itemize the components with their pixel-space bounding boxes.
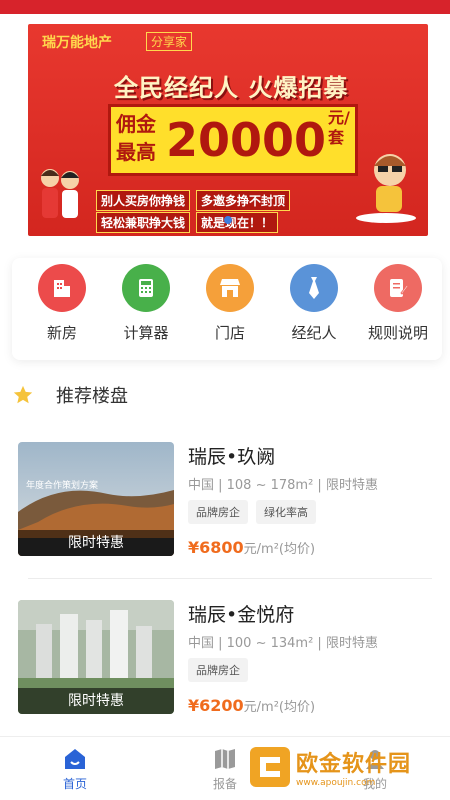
- app-screen: 瑞万能地产 分享家 全民经纪人 火爆招募 佣金最高 20000 元/套 别人买房…: [0, 0, 450, 800]
- banner-commission: 佣金最高: [116, 112, 156, 164]
- banner-headline: 全民经纪人 火爆招募: [114, 74, 349, 102]
- top-red-strip: [0, 0, 450, 14]
- promo-banner[interactable]: 瑞万能地产 分享家 全民经纪人 火爆招募 佣金最高 20000 元/套 别人买房…: [28, 24, 428, 236]
- listing-price: ¥6200元/m²(均价): [188, 696, 315, 715]
- document-edit-icon: [374, 264, 422, 312]
- watermark-text: 欧金软件园 www.apoujin.com: [296, 746, 411, 788]
- banner-brand: 瑞万能地产: [42, 35, 112, 51]
- building-icon: [38, 264, 86, 312]
- listing-tags: 品牌房企 绿化率高: [188, 500, 316, 524]
- menu-label: 门店: [214, 324, 245, 342]
- banner-slogan: 多邀多挣不封顶: [196, 190, 291, 211]
- promo-badge: 限时特惠: [18, 688, 174, 714]
- watermark-url: www.apoujin.com: [296, 778, 376, 788]
- listing-name: 瑞辰•金悦府: [188, 604, 295, 626]
- listing-thumbnail: 限时特惠: [18, 600, 174, 714]
- cartoon-man-illustration: [356, 154, 416, 223]
- menu-label: 计算器: [123, 324, 169, 342]
- banner-slogans-row-2: 轻松兼职挣大钱 就是现在！！: [96, 212, 284, 233]
- menu-label: 规则说明: [367, 324, 428, 342]
- menu-item-agent[interactable]: 经纪人: [274, 264, 354, 360]
- listing-tag: 品牌房企: [188, 500, 248, 524]
- calculator-icon: [122, 264, 170, 312]
- recommended-section-header: 推荐楼盘: [12, 382, 128, 408]
- listing-tag: 品牌房企: [188, 658, 248, 682]
- listing-price: ¥6800元/m²(均价): [188, 538, 315, 557]
- banner-slogan: 就是现在！！: [196, 212, 279, 233]
- menu-label: 新房: [46, 324, 77, 342]
- section-title: 推荐楼盘: [56, 386, 128, 407]
- book-icon: [215, 749, 235, 769]
- star-icon: [13, 385, 33, 404]
- store-icon: [206, 264, 254, 312]
- listing-thumbnail: 年度合作策划方案 限时特惠: [18, 442, 174, 556]
- menu-item-store[interactable]: 门店: [190, 264, 270, 360]
- watermark-logo-icon: [250, 747, 290, 787]
- price-value: ¥6200: [188, 696, 244, 715]
- listing-tags: 品牌房企: [188, 658, 248, 682]
- thumbnail-caption: 年度合作策划方案: [26, 479, 98, 491]
- banner-slogans-row-1: 别人买房你挣钱 多邀多挣不封顶: [96, 190, 296, 211]
- home-icon: [65, 749, 85, 769]
- price-unit: 元/m²(均价): [243, 700, 316, 715]
- listing-name: 瑞辰•玖阙: [188, 446, 276, 468]
- menu-item-calculator[interactable]: 计算器: [106, 264, 186, 360]
- banner-brand-tag: 分享家: [146, 32, 193, 51]
- banner-slogan: 轻松兼职挣大钱: [96, 212, 191, 233]
- nav-label: 首页: [62, 777, 87, 791]
- quick-menu: 新房 计算器 门店 经纪人 规则说明: [12, 258, 442, 360]
- carousel-indicator[interactable]: [224, 216, 232, 224]
- nav-label: 报备: [212, 777, 237, 791]
- menu-item-rules[interactable]: 规则说明: [358, 264, 438, 360]
- nav-home[interactable]: 首页: [0, 737, 150, 800]
- promo-badge: 限时特惠: [18, 530, 174, 556]
- banner-slogan: 别人买房你挣钱: [96, 190, 191, 211]
- watermark-name: 欧金软件园: [296, 752, 412, 777]
- watermark: 欧金软件园 www.apoujin.com: [250, 740, 446, 794]
- cartoon-couple-illustration: [41, 169, 79, 218]
- tie-icon: [290, 264, 338, 312]
- listing-meta: 中国 | 108 ~ 178m² | 限时特惠: [188, 478, 378, 493]
- banner-amount: 20000: [166, 113, 327, 167]
- listing-tag: 绿化率高: [256, 500, 316, 524]
- banner-unit: 元/套: [328, 108, 350, 147]
- listing-card[interactable]: 限时特惠 瑞辰•金悦府 中国 | 100 ~ 134m² | 限时特惠 品牌房企…: [18, 600, 432, 738]
- menu-item-new-house[interactable]: 新房: [22, 264, 102, 360]
- divider: [28, 578, 432, 579]
- price-value: ¥6800: [188, 538, 244, 557]
- price-unit: 元/m²(均价): [243, 542, 316, 557]
- menu-label: 经纪人: [291, 324, 337, 342]
- listing-meta: 中国 | 100 ~ 134m² | 限时特惠: [188, 636, 378, 651]
- listing-card[interactable]: 年度合作策划方案 限时特惠 瑞辰•玖阙 中国 | 108 ~ 178m² | 限…: [18, 442, 432, 580]
